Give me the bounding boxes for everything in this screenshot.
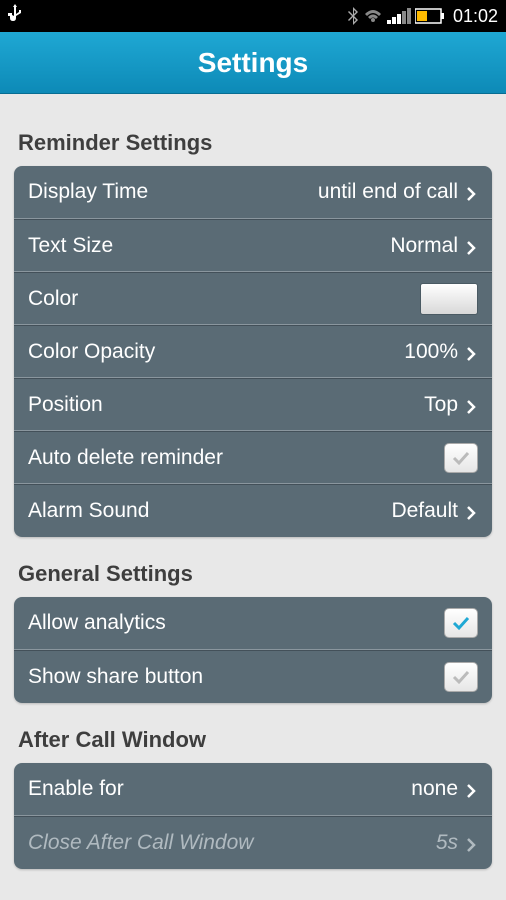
status-right: 01:02 xyxy=(347,6,498,27)
label-auto-delete: Auto delete reminder xyxy=(28,446,444,470)
section-title-general: General Settings xyxy=(18,561,492,587)
page-title: Settings xyxy=(198,47,308,79)
value-close-after: 5s xyxy=(436,831,458,855)
label-alarm-sound: Alarm Sound xyxy=(28,499,391,523)
chevron-right-icon xyxy=(466,505,478,517)
status-bar: 01:02 xyxy=(0,0,506,32)
settings-content: Reminder Settings Display Time until end… xyxy=(0,94,506,869)
value-text-size: Normal xyxy=(390,234,458,258)
checkbox-show-share[interactable] xyxy=(444,662,478,692)
color-swatch xyxy=(420,283,478,315)
usb-icon xyxy=(8,4,22,29)
section-title-after-call: After Call Window xyxy=(18,727,492,753)
row-text-size[interactable]: Text Size Normal xyxy=(14,219,492,272)
row-show-share[interactable]: Show share button xyxy=(14,650,492,703)
row-display-time[interactable]: Display Time until end of call xyxy=(14,166,492,219)
label-allow-analytics: Allow analytics xyxy=(28,611,444,635)
wifi-icon xyxy=(363,8,383,24)
bluetooth-icon xyxy=(347,7,359,25)
value-color-opacity: 100% xyxy=(404,340,458,364)
group-general: Allow analytics Show share button xyxy=(14,597,492,703)
label-color: Color xyxy=(28,287,420,311)
chevron-right-icon xyxy=(466,399,478,411)
row-enable-for[interactable]: Enable for none xyxy=(14,763,492,816)
chevron-right-icon xyxy=(466,783,478,795)
label-enable-for: Enable for xyxy=(28,777,411,801)
row-auto-delete[interactable]: Auto delete reminder xyxy=(14,431,492,484)
row-alarm-sound[interactable]: Alarm Sound Default xyxy=(14,484,492,537)
checkbox-auto-delete[interactable] xyxy=(444,443,478,473)
label-show-share: Show share button xyxy=(28,665,444,689)
battery-icon xyxy=(415,8,445,24)
chevron-right-icon xyxy=(466,837,478,849)
signal-icon xyxy=(387,8,411,24)
group-after-call: Enable for none Close After Call Window … xyxy=(14,763,492,869)
chevron-right-icon xyxy=(466,240,478,252)
group-reminder: Display Time until end of call Text Size… xyxy=(14,166,492,537)
row-close-after: Close After Call Window 5s xyxy=(14,816,492,869)
row-color-opacity[interactable]: Color Opacity 100% xyxy=(14,325,492,378)
value-position: Top xyxy=(424,393,458,417)
checkbox-allow-analytics[interactable] xyxy=(444,608,478,638)
status-time: 01:02 xyxy=(453,6,498,27)
row-color[interactable]: Color xyxy=(14,272,492,325)
section-title-reminder: Reminder Settings xyxy=(18,130,492,156)
label-color-opacity: Color Opacity xyxy=(28,340,404,364)
label-close-after: Close After Call Window xyxy=(28,831,436,855)
value-enable-for: none xyxy=(411,777,458,801)
chevron-right-icon xyxy=(466,186,478,198)
label-display-time: Display Time xyxy=(28,180,318,204)
row-position[interactable]: Position Top xyxy=(14,378,492,431)
row-allow-analytics[interactable]: Allow analytics xyxy=(14,597,492,650)
value-alarm-sound: Default xyxy=(391,499,458,523)
status-left xyxy=(8,4,22,29)
label-text-size: Text Size xyxy=(28,234,390,258)
chevron-right-icon xyxy=(466,346,478,358)
app-bar: Settings xyxy=(0,32,506,94)
value-display-time: until end of call xyxy=(318,180,458,204)
label-position: Position xyxy=(28,393,424,417)
